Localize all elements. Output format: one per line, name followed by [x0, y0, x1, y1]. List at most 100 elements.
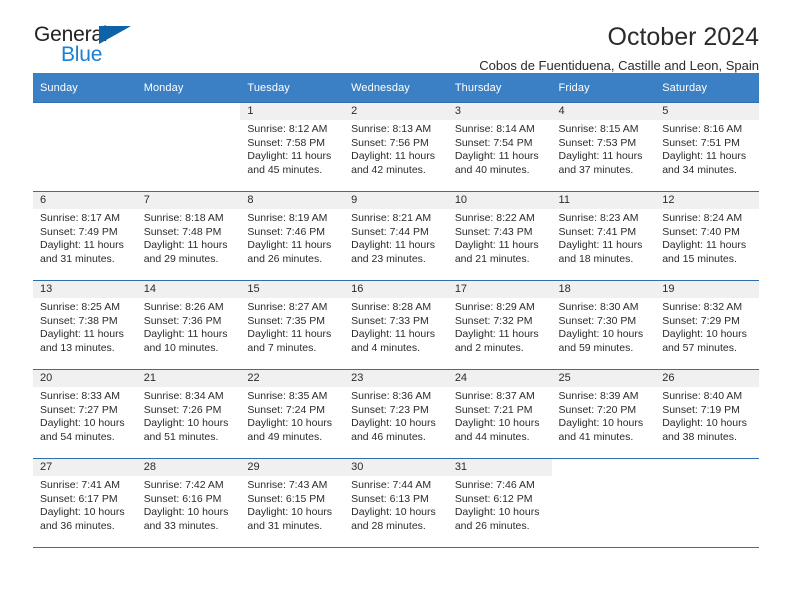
day-cell-content: 15 Sunrise: 8:27 AM Sunset: 7:35 PM Dayligh… [240, 281, 345, 369]
sunset-text: Sunset: 7:20 PM [558, 403, 637, 416]
day-number: 1 [240, 103, 345, 120]
sunrise-text: Sunrise: 8:37 AM [454, 390, 535, 402]
sunset-text: Sunset: 7:44 PM [351, 225, 429, 238]
sunrise-text: Sunrise: 8:23 AM [558, 212, 639, 224]
calendar-day-cell[interactable]: 11 Sunrise: 8:23 AM Sunset: 7:41 PM Dayligh… [551, 191, 656, 281]
daylight-text: Daylight: 11 hours and 7 minutes. [247, 328, 332, 354]
calendar-day-cell[interactable]: 22 Sunrise: 8:35 AM Sunset: 7:24 PM Dayligh… [240, 369, 345, 459]
calendar-day-cell[interactable]: 10 Sunrise: 8:22 AM Sunset: 7:43 PM Dayligh… [447, 191, 552, 281]
calendar-day-cell[interactable]: 19 Sunrise: 8:32 AM Sunset: 7:29 PM Dayligh… [655, 280, 759, 370]
day-cell-content: 18 Sunrise: 8:30 AM Sunset: 7:30 PM Dayligh… [551, 281, 656, 369]
calendar-day-cell[interactable]: 7 Sunrise: 8:18 AM Sunset: 7:48 PM Daylight… [136, 191, 241, 281]
day-details: Sunrise: 8:30 AM Sunset: 7:30 PM Daylight:… [552, 298, 656, 355]
day-cell-content: 2 Sunrise: 8:13 AM Sunset: 7:56 PM Daylight… [344, 103, 448, 191]
day-number: 9 [344, 192, 448, 209]
day-number: 13 [33, 281, 137, 298]
calendar-day-cell[interactable]: 25 Sunrise: 8:39 AM Sunset: 7:20 PM Dayligh… [551, 369, 656, 459]
calendar-day-cell[interactable]: 14 Sunrise: 8:26 AM Sunset: 7:36 PM Dayligh… [136, 280, 241, 370]
calendar-day-cell[interactable]: 16 Sunrise: 8:28 AM Sunset: 7:33 PM Dayligh… [344, 280, 448, 370]
sunset-text: Sunset: 6:12 PM [454, 492, 533, 505]
daylight-text: Daylight: 11 hours and 21 minutes. [454, 239, 539, 265]
calendar-day-cell[interactable]: 4 Sunrise: 8:15 AM Sunset: 7:53 PM Daylight… [551, 102, 656, 192]
calendar-day-cell[interactable]: 21 Sunrise: 8:34 AM Sunset: 7:26 PM Dayligh… [136, 369, 241, 459]
day-cell-content: 27 Sunrise: 7:41 AM Sunset: 6:17 PM Dayligh… [33, 459, 137, 547]
day-number: 11 [551, 192, 656, 209]
day-number: 22 [240, 370, 345, 387]
daylight-text: Daylight: 10 hours and 51 minutes. [143, 417, 229, 443]
daylight-text: Daylight: 10 hours and 49 minutes. [247, 417, 333, 443]
daylight-text: Daylight: 11 hours and 23 minutes. [351, 239, 435, 265]
sunrise-text: Sunrise: 8:13 AM [351, 123, 432, 135]
sunset-text: Sunset: 7:30 PM [558, 314, 637, 327]
calendar-day-cell-empty [33, 102, 137, 192]
calendar-day-cell[interactable]: 1 Sunrise: 8:12 AM Sunset: 7:58 PM Daylight… [240, 102, 345, 192]
sunset-text: Sunset: 7:41 PM [558, 225, 637, 238]
sunrise-text: Sunrise: 8:24 AM [662, 212, 743, 224]
calendar-week-row: 20 Sunrise: 8:33 AM Sunset: 7:27 PM Dayligh… [33, 369, 759, 459]
calendar-day-cell[interactable]: 27 Sunrise: 7:41 AM Sunset: 6:17 PM Dayligh… [33, 458, 137, 548]
calendar-day-cell[interactable]: 13 Sunrise: 8:25 AM Sunset: 7:38 PM Dayligh… [33, 280, 137, 370]
calendar-day-cell[interactable]: 9 Sunrise: 8:21 AM Sunset: 7:44 PM Daylight… [344, 191, 448, 281]
sunset-text: Sunset: 7:33 PM [351, 314, 429, 327]
calendar-page: General Blue October 2024 Cobos de Fuent… [0, 0, 792, 612]
sunset-text: Sunset: 7:24 PM [247, 403, 326, 416]
sunrise-text: Sunrise: 8:15 AM [558, 123, 639, 135]
calendar-day-cell-empty [655, 458, 759, 548]
logo-triangle-icon [99, 26, 131, 44]
daylight-text: Daylight: 10 hours and 38 minutes. [662, 417, 747, 443]
day-cell-content: 10 Sunrise: 8:22 AM Sunset: 7:43 PM Dayligh… [447, 192, 552, 280]
sunset-text: Sunset: 7:32 PM [454, 314, 533, 327]
day-details: Sunrise: 8:18 AM Sunset: 7:48 PM Daylight:… [137, 209, 241, 266]
calendar-day-cell[interactable]: 3 Sunrise: 8:14 AM Sunset: 7:54 PM Daylight… [447, 102, 552, 192]
day-cell-content: 29 Sunrise: 7:43 AM Sunset: 6:15 PM Dayligh… [240, 459, 345, 547]
calendar-day-cell[interactable]: 30 Sunrise: 7:44 AM Sunset: 6:13 PM Dayligh… [344, 458, 448, 548]
daylight-text: Daylight: 11 hours and 37 minutes. [558, 150, 643, 176]
day-details: Sunrise: 8:37 AM Sunset: 7:21 PM Daylight:… [448, 387, 552, 444]
daylight-text: Daylight: 10 hours and 33 minutes. [143, 506, 229, 532]
calendar-day-cell[interactable]: 31 Sunrise: 7:46 AM Sunset: 6:12 PM Dayligh… [447, 458, 552, 548]
day-cell-content: 4 Sunrise: 8:15 AM Sunset: 7:53 PM Daylight… [551, 103, 656, 191]
weekday-header-friday: Friday [551, 73, 656, 103]
day-number: 7 [136, 192, 241, 209]
sunrise-text: Sunrise: 8:35 AM [247, 390, 328, 402]
day-details: Sunrise: 8:26 AM Sunset: 7:36 PM Daylight:… [137, 298, 241, 355]
day-number: 16 [344, 281, 448, 298]
day-number: 27 [33, 459, 137, 476]
calendar-day-cell[interactable]: 29 Sunrise: 7:43 AM Sunset: 6:15 PM Dayligh… [240, 458, 345, 548]
calendar-day-cell[interactable]: 23 Sunrise: 8:36 AM Sunset: 7:23 PM Dayligh… [344, 369, 448, 459]
sunrise-text: Sunrise: 8:21 AM [351, 212, 432, 224]
daylight-text: Daylight: 11 hours and 15 minutes. [662, 239, 747, 265]
calendar-day-cell[interactable]: 26 Sunrise: 8:40 AM Sunset: 7:19 PM Dayligh… [655, 369, 759, 459]
sunset-text: Sunset: 7:51 PM [662, 136, 740, 149]
day-number: 10 [447, 192, 552, 209]
daylight-text: Daylight: 11 hours and 42 minutes. [351, 150, 435, 176]
day-number: 8 [240, 192, 345, 209]
calendar-day-cell[interactable]: 12 Sunrise: 8:24 AM Sunset: 7:40 PM Dayligh… [655, 191, 759, 281]
sunset-text: Sunset: 7:54 PM [454, 136, 533, 149]
calendar-day-cell[interactable]: 2 Sunrise: 8:13 AM Sunset: 7:56 PM Daylight… [344, 102, 448, 192]
calendar-day-cell[interactable]: 17 Sunrise: 8:29 AM Sunset: 7:32 PM Dayligh… [447, 280, 552, 370]
calendar-day-cell[interactable]: 15 Sunrise: 8:27 AM Sunset: 7:35 PM Dayligh… [240, 280, 345, 370]
calendar-day-cell[interactable]: 18 Sunrise: 8:30 AM Sunset: 7:30 PM Dayligh… [551, 280, 656, 370]
sunset-text: Sunset: 7:19 PM [662, 403, 740, 416]
calendar-day-cell[interactable]: 6 Sunrise: 8:17 AM Sunset: 7:49 PM Daylight… [33, 191, 137, 281]
calendar-body: 1 Sunrise: 8:12 AM Sunset: 7:58 PM Daylight… [33, 102, 759, 548]
sunset-text: Sunset: 7:38 PM [40, 314, 118, 327]
calendar-day-cell[interactable]: 20 Sunrise: 8:33 AM Sunset: 7:27 PM Dayligh… [33, 369, 137, 459]
day-details: Sunrise: 8:35 AM Sunset: 7:24 PM Daylight:… [240, 387, 344, 444]
day-details: Sunrise: 8:36 AM Sunset: 7:23 PM Daylight:… [344, 387, 448, 444]
calendar-day-cell[interactable]: 5 Sunrise: 8:16 AM Sunset: 7:51 PM Daylight… [655, 102, 759, 192]
sunrise-text: Sunrise: 8:27 AM [247, 301, 328, 313]
general-blue-logo[interactable]: General Blue [34, 24, 154, 72]
day-number: 5 [655, 103, 759, 120]
day-cell-content: 25 Sunrise: 8:39 AM Sunset: 7:20 PM Dayligh… [551, 370, 656, 458]
calendar-day-cell[interactable]: 28 Sunrise: 7:42 AM Sunset: 6:16 PM Dayligh… [136, 458, 241, 548]
sunset-text: Sunset: 7:53 PM [558, 136, 637, 149]
day-details: Sunrise: 7:42 AM Sunset: 6:16 PM Daylight:… [137, 476, 241, 533]
calendar-day-cell[interactable]: 8 Sunrise: 8:19 AM Sunset: 7:46 PM Daylight… [240, 191, 345, 281]
day-number: 4 [551, 103, 656, 120]
day-cell-content: 22 Sunrise: 8:35 AM Sunset: 7:24 PM Dayligh… [240, 370, 345, 458]
sunset-text: Sunset: 7:49 PM [40, 225, 118, 238]
calendar-header-row: Sunday Monday Tuesday Wednesday Thursday… [33, 73, 759, 103]
calendar-day-cell[interactable]: 24 Sunrise: 8:37 AM Sunset: 7:21 PM Dayligh… [447, 369, 552, 459]
